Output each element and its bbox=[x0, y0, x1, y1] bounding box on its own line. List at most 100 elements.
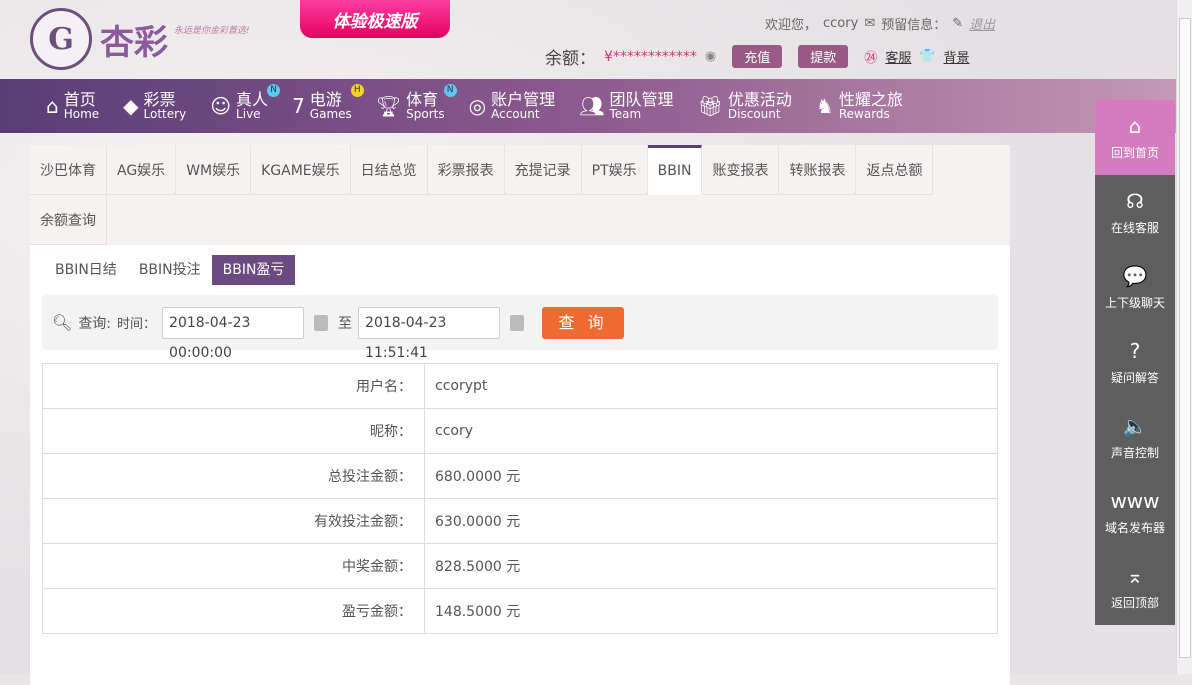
home-icon: ⌂ bbox=[46, 94, 59, 118]
calendar-icon[interactable] bbox=[510, 314, 525, 331]
logo[interactable]: G 杏彩 永远是你金彩首选! bbox=[30, 8, 250, 70]
side-item[interactable]: ? 疑问解答 bbox=[1095, 325, 1175, 400]
tab[interactable]: 充提记录 bbox=[504, 145, 582, 195]
query-bar: 🔍︎ 查询: 时间： 2018-04-23 00:00:00 至 2018-04… bbox=[42, 295, 998, 361]
logo-emblem-icon: G bbox=[30, 8, 92, 70]
side-item[interactable]: ⌅ 返回顶部 bbox=[1095, 550, 1175, 625]
tab[interactable]: 返点总额 bbox=[856, 145, 934, 195]
tab[interactable]: 彩票报表 bbox=[427, 145, 505, 195]
logout-link[interactable]: 退出 bbox=[969, 14, 995, 33]
to-label: 至 bbox=[338, 315, 353, 332]
row-label: 总投注金额： bbox=[42, 453, 425, 499]
nav-item-home[interactable]: ⌂ 首页 Home bbox=[46, 79, 99, 133]
top-icon: ⌅ bbox=[1126, 564, 1144, 588]
nav-sublabel: Account bbox=[491, 107, 540, 121]
edit-icon: ✎ bbox=[952, 16, 964, 31]
side-label: 域名发布器 bbox=[1104, 521, 1165, 535]
nav-item-account[interactable]: ◎ 账户管理 Account bbox=[469, 79, 555, 133]
tab[interactable]: 沙巴体育 bbox=[30, 145, 107, 195]
row-value: ccory bbox=[424, 408, 998, 454]
speed-version-banner[interactable]: 体验极速版 bbox=[300, 0, 450, 38]
tab[interactable]: BBIN bbox=[647, 145, 703, 195]
header: G 杏彩 永远是你金彩首选! 体验极速版 欢迎您， ccory ✉ 预留信息： … bbox=[0, 0, 1176, 79]
row-value: 828.5000 元 bbox=[424, 543, 998, 589]
row-value: 148.5000 元 bbox=[424, 588, 998, 634]
logo-slogan: 永远是你金彩首选! bbox=[174, 25, 250, 36]
side-label: 上下级聊天 bbox=[1104, 296, 1165, 310]
home-icon: ⌂ bbox=[1128, 114, 1142, 138]
scrollbar[interactable] bbox=[1176, 0, 1192, 674]
row-label: 昵称： bbox=[42, 408, 425, 454]
gift-icon: 🎁︎ bbox=[697, 94, 723, 118]
scrollbar-thumb[interactable] bbox=[1179, 18, 1191, 658]
username: ccory bbox=[823, 16, 859, 31]
nav-sublabel: Discount bbox=[727, 107, 781, 121]
side-item[interactable]: 💬 上下级聊天 bbox=[1095, 250, 1175, 325]
nav-sublabel: Live bbox=[236, 107, 261, 121]
nav-label: 真人 bbox=[236, 90, 269, 109]
mail-icon[interactable]: ✉ bbox=[864, 16, 875, 31]
calendar-icon[interactable] bbox=[314, 314, 329, 331]
side-label: 声音控制 bbox=[1110, 446, 1159, 460]
withdraw-button[interactable]: 提款 bbox=[798, 45, 849, 68]
chat-icon: 💬 bbox=[1122, 264, 1148, 288]
nav-sublabel: Lottery bbox=[143, 107, 187, 121]
nav-item-games[interactable]: 7 电游 Games H bbox=[292, 79, 364, 133]
shirt-icon: 👕 bbox=[919, 49, 936, 64]
subtab[interactable]: BBIN投注 bbox=[128, 255, 212, 285]
tab[interactable]: 日结总览 bbox=[350, 145, 428, 195]
tab[interactable]: PT娱乐 bbox=[581, 145, 648, 195]
ticket-icon: ◆ bbox=[123, 94, 139, 118]
side-toolbar: ⌂ 回到首页 ☊ 在线客服 💬 上下级聊天 ? 疑问解答 🔈 声音控制 www 域名发布器 ⌅ 返回顶部 bbox=[1095, 100, 1175, 625]
logo-text: 杏彩 bbox=[100, 22, 168, 63]
row-label: 盈亏金额： bbox=[42, 588, 425, 634]
main-nav: ⌂ 首页 Home ◆ 彩票 Lottery ☺ 真人 Live N 7 电游 Games H 🏆︎ 体育 Sp… bbox=[0, 79, 1176, 133]
nav-label: 电游 bbox=[309, 90, 342, 109]
side-item[interactable]: 🔈 声音控制 bbox=[1095, 400, 1175, 475]
nav-label: 彩票 bbox=[143, 90, 176, 109]
tab[interactable]: KGAME娱乐 bbox=[251, 145, 351, 195]
eye-icon[interactable]: ◉ bbox=[705, 49, 716, 64]
nav-item-live[interactable]: ☺ 真人 Live N bbox=[210, 79, 281, 133]
subtab[interactable]: BBIN日结 bbox=[44, 255, 128, 285]
nav-item-discount[interactable]: 🎁︎ 优惠活动 Discount bbox=[698, 79, 792, 133]
speaker-icon: 🔈 bbox=[1122, 414, 1148, 438]
end-date-input[interactable]: 2018-04-23 11:51:41 bbox=[358, 306, 501, 361]
row-value: ccorypt bbox=[424, 363, 998, 409]
nav-item-team[interactable]: 👥︎ 团队管理 Team bbox=[579, 79, 673, 133]
table-row: 有效投注金额： 630.0000 元 bbox=[42, 498, 998, 544]
tab[interactable]: 余额查询 bbox=[30, 195, 107, 245]
subtab[interactable]: BBIN盈亏 bbox=[211, 255, 296, 285]
nav-item-lottery[interactable]: ◆ 彩票 Lottery bbox=[123, 79, 186, 133]
account-icon: ◎ bbox=[468, 94, 487, 118]
tab[interactable]: 转账报表 bbox=[779, 145, 857, 195]
table-row: 盈亏金额： 148.5000 元 bbox=[42, 588, 998, 634]
tab[interactable]: 账变报表 bbox=[702, 145, 780, 195]
customer-service-link[interactable]: 客服 bbox=[885, 47, 911, 66]
query-button[interactable]: 查 询 bbox=[542, 306, 625, 339]
nav-sublabel: Sports bbox=[406, 107, 445, 121]
side-item[interactable]: www 域名发布器 bbox=[1095, 475, 1175, 550]
background-link[interactable]: 背景 bbox=[944, 47, 970, 66]
start-date-input[interactable]: 2018-04-23 00:00:00 bbox=[162, 306, 305, 361]
table-row: 中奖金额： 828.5000 元 bbox=[42, 543, 998, 589]
deposit-button[interactable]: 充值 bbox=[732, 45, 783, 68]
tab[interactable]: AG娱乐 bbox=[107, 145, 177, 195]
nav-item-rewards[interactable]: ♞ 性耀之旅 Rewards bbox=[816, 79, 903, 133]
result-table: 用户名： ccorypt 昵称： ccory 总投注金额： 680.0000 元有效投注金… bbox=[42, 363, 998, 634]
www-icon: www bbox=[1110, 489, 1160, 513]
side-label: 疑问解答 bbox=[1110, 371, 1159, 385]
messages-link[interactable]: 预留信息： bbox=[881, 14, 946, 33]
side-item[interactable]: ☊ 在线客服 bbox=[1095, 175, 1175, 250]
table-row: 总投注金额： 680.0000 元 bbox=[42, 453, 998, 499]
nav-label: 账户管理 bbox=[491, 90, 556, 109]
nav-item-sports[interactable]: 🏆︎ 体育 Sports N bbox=[376, 79, 457, 133]
tab[interactable]: WM娱乐 bbox=[176, 145, 252, 195]
row-label: 用户名： bbox=[42, 363, 425, 409]
nav-label: 团队管理 bbox=[609, 90, 674, 109]
time-label: 时间： bbox=[117, 317, 157, 332]
nav-badge: H bbox=[350, 84, 364, 97]
side-item[interactable]: ⌂ 回到首页 bbox=[1095, 100, 1175, 175]
row-value: 630.0000 元 bbox=[424, 498, 998, 544]
welcome-label: 欢迎您， bbox=[765, 18, 818, 33]
